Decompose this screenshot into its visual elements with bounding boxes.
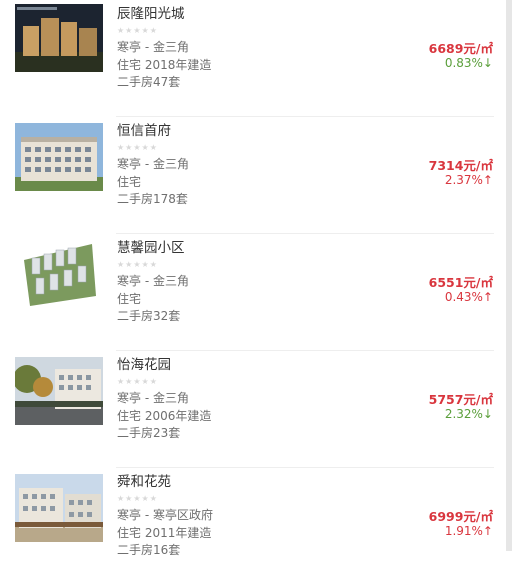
location-text: 寒亭 - 金三角 <box>117 274 189 288</box>
rating-stars: ★★★★★ <box>117 143 158 152</box>
list-item[interactable]: 恒信首府 ★★★★★ 寒亭 - 金三角 住宅 二手房178套 7314元/㎡ 2… <box>0 117 506 234</box>
second-hand-count: 二手房47套 <box>117 75 181 89</box>
aerial-render-photo[interactable] <box>22 240 98 308</box>
list-item[interactable]: 慧馨园小区 ★★★★★ 寒亭 - 金三角 住宅 二手房32套 6551元/㎡ 0… <box>0 234 506 351</box>
price-text: 5757元/㎡ <box>428 392 493 407</box>
location-text: 寒亭 - 金三角 <box>117 40 189 54</box>
price-text: 6999元/㎡ <box>428 509 493 524</box>
street-view-photo[interactable] <box>15 357 103 425</box>
scrollbar[interactable] <box>506 0 512 551</box>
rating-stars: ★★★★★ <box>117 494 158 503</box>
second-hand-count: 二手房23套 <box>117 426 181 440</box>
community-name[interactable]: 怡海花园 <box>117 353 171 373</box>
community-name[interactable]: 慧馨园小区 <box>117 236 185 256</box>
type-year-text: 住宅 2011年建造 <box>117 526 212 540</box>
price-change: 2.32%↓ <box>444 407 493 421</box>
price-change: 0.43%↑ <box>444 290 493 304</box>
residential-block-photo[interactable] <box>15 474 103 542</box>
community-name[interactable]: 恒信首府 <box>117 119 171 139</box>
list-item[interactable]: 怡海花园 ★★★★★ 寒亭 - 金三角 住宅 2006年建造 二手房23套 57… <box>0 351 506 468</box>
type-year-text: 住宅 <box>117 175 142 189</box>
scrollbar-thumb[interactable] <box>506 0 512 551</box>
apartment-building-photo[interactable] <box>15 123 103 191</box>
community-name[interactable]: 舜和花苑 <box>117 470 171 490</box>
type-year-text: 住宅 2006年建造 <box>117 409 212 423</box>
second-hand-count: 二手房16套 <box>117 543 181 557</box>
price-text: 6551元/㎡ <box>428 275 493 290</box>
price-change: 0.83%↓ <box>444 56 493 70</box>
type-year-text: 住宅 <box>117 292 142 306</box>
rating-stars: ★★★★★ <box>117 26 158 35</box>
second-hand-count: 二手房178套 <box>117 192 188 206</box>
location-text: 寒亭 - 金三角 <box>117 391 189 405</box>
price-change: 2.37%↑ <box>444 173 493 187</box>
rating-stars: ★★★★★ <box>117 377 158 386</box>
second-hand-count: 二手房32套 <box>117 309 181 323</box>
location-text: 寒亭 - 寒亭区政府 <box>117 508 213 522</box>
community-name[interactable]: 辰隆阳光城 <box>117 2 185 22</box>
type-year-text: 住宅 2018年建造 <box>117 58 212 72</box>
price-text: 7314元/㎡ <box>428 158 493 173</box>
night-building-photo[interactable] <box>15 4 103 72</box>
location-text: 寒亭 - 金三角 <box>117 157 189 171</box>
list-item[interactable]: 辰隆阳光城 ★★★★★ 寒亭 - 金三角 住宅 2018年建造 二手房47套 6… <box>0 0 506 117</box>
price-change: 1.91%↑ <box>444 524 493 538</box>
price-text: 6689元/㎡ <box>428 41 493 56</box>
rating-stars: ★★★★★ <box>117 260 158 269</box>
list-item[interactable]: 舜和花苑 ★★★★★ 寒亭 - 寒亭区政府 住宅 2011年建造 二手房16套 … <box>0 468 506 585</box>
